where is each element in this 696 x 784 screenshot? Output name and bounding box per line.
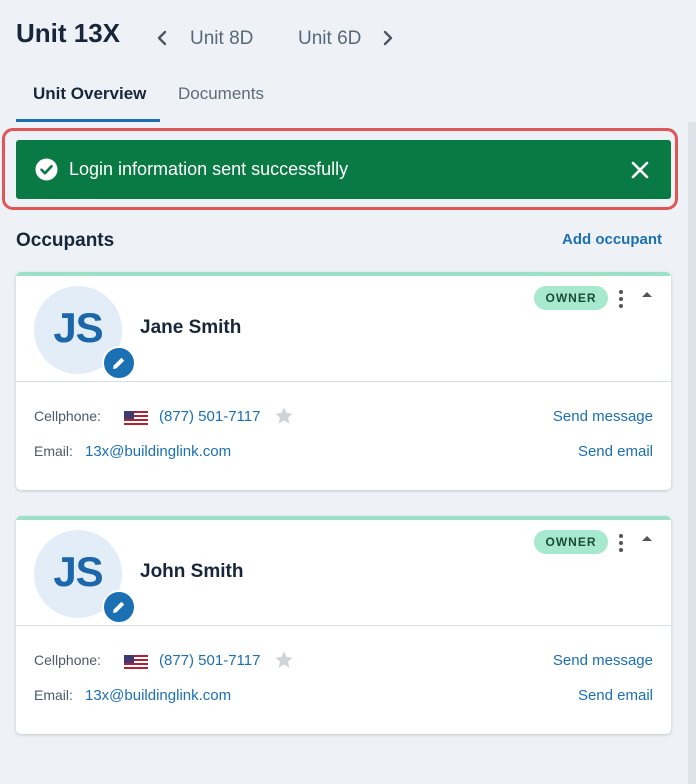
email-label: Email: [34,443,73,459]
prev-unit-link[interactable]: Unit 8D [190,28,253,50]
divider [16,625,671,626]
caret-up-icon[interactable] [640,288,654,302]
avatar-initials: JS [53,548,103,595]
divider [16,381,671,382]
occupant-card: JS John Smith OWNER Cellphone: (877) 501… [16,516,671,734]
occupants-heading: Occupants [16,230,115,251]
pencil-icon[interactable] [102,346,136,380]
tab-bar: Unit Overview Documents [16,76,696,122]
pencil-icon[interactable] [102,590,136,624]
avatar: JS [34,286,136,380]
success-toast: Login information sent successfully [16,140,671,199]
phone-link[interactable]: (877) 501-7117 [159,408,260,425]
more-vertical-icon[interactable] [614,532,628,554]
avatar-initials: JS [53,304,103,351]
unit-title: Unit 13X [16,18,121,48]
send-email-link[interactable]: Send email [578,443,653,460]
active-tab-indicator [16,119,160,122]
email-link[interactable]: 13x@buildinglink.com [85,687,231,704]
email-label: Email: [34,687,73,703]
cellphone-label: Cellphone: [34,408,101,424]
add-occupant-link[interactable]: Add occupant [562,231,662,248]
unit-header: Unit 13X Unit 8D Unit 6D [0,0,696,70]
avatar: JS [34,530,136,624]
us-flag-icon [124,655,148,669]
owner-badge: OWNER [534,530,608,554]
star-icon[interactable] [274,650,294,670]
close-icon[interactable] [629,159,651,181]
star-icon[interactable] [274,406,294,426]
send-message-link[interactable]: Send message [553,408,653,425]
occupant-name: Jane Smith [140,317,242,338]
check-circle-icon [35,158,58,181]
card-accent-bar [16,272,671,276]
toast-message: Login information sent successfully [69,159,349,179]
next-unit-link[interactable]: Unit 6D [298,28,361,50]
card-accent-bar [16,516,671,520]
caret-up-icon[interactable] [640,532,654,546]
send-email-link[interactable]: Send email [578,687,653,704]
tab-documents[interactable]: Documents [178,84,264,104]
chevron-left-icon[interactable] [152,26,172,50]
email-link[interactable]: 13x@buildinglink.com [85,443,231,460]
tab-unit-overview[interactable]: Unit Overview [33,84,146,104]
us-flag-icon [124,411,148,425]
chevron-right-icon[interactable] [378,26,398,50]
owner-badge: OWNER [534,286,608,310]
occupant-name: John Smith [140,561,244,582]
scrollbar-track[interactable] [688,122,696,784]
send-message-link[interactable]: Send message [553,652,653,669]
more-vertical-icon[interactable] [614,288,628,310]
occupant-card: JS Jane Smith OWNER Cellphone: (877) 501… [16,272,671,490]
phone-link[interactable]: (877) 501-7117 [159,652,260,669]
cellphone-label: Cellphone: [34,652,101,668]
